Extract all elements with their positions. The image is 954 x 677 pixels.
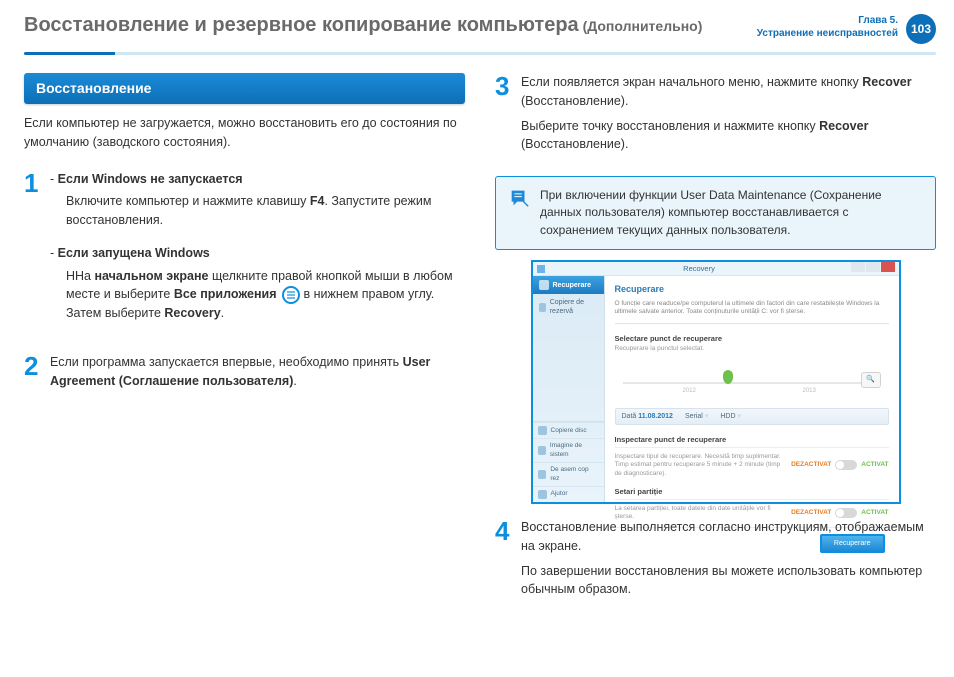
magnify-button[interactable]: 🔍 <box>861 372 881 388</box>
app-sidebar: Recuperare Copiere de rezervă Copiere di… <box>533 276 605 502</box>
app-sub-select: Selectare punct de recuperare <box>615 334 889 344</box>
section-header-recovery: Восстановление <box>24 73 465 104</box>
page-subtitle: (Дополнительно) <box>579 18 703 34</box>
case-a-title: Если Windows не запускается <box>50 170 465 189</box>
chapter-info: Глава 5. Устранение неисправностей <box>757 14 898 40</box>
app-sub-partition: Setari partiție <box>615 487 889 497</box>
step-4-p2: По завершении восстановления вы можете и… <box>521 562 936 600</box>
note-text: При включении функции User Data Maintena… <box>540 187 923 239</box>
app-window-icon <box>537 265 545 273</box>
minimize-icon <box>851 262 865 272</box>
note-icon <box>508 187 530 209</box>
step-number: 4 <box>495 518 521 605</box>
app-heading: Recuperare <box>615 284 889 296</box>
page-title: Восстановление и резервное копирование к… <box>24 14 757 37</box>
row-inspect: Inspectare tipul de recuperare. Necesită… <box>615 447 889 483</box>
image-icon <box>538 446 546 455</box>
toggle-partition[interactable]: DEZACTIVAT ACTIVAT <box>791 508 888 518</box>
recovery-app-screenshot: Recovery Recuperare Copiere de rezervă C… <box>531 260 901 504</box>
right-column: 3 Если появляется экран начального меню,… <box>495 73 936 621</box>
app-sub-inspect: Inspectare punct de recuperare <box>615 435 889 445</box>
step-1: 1 Если Windows не запускается Включите к… <box>24 170 465 337</box>
backup-icon <box>539 303 546 312</box>
window-controls[interactable] <box>850 262 895 275</box>
step-2-body: Если программа запускается впервые, необ… <box>50 353 465 391</box>
all-apps-icon <box>282 286 300 304</box>
maximize-icon <box>866 262 880 272</box>
step-4: 4 Восстановление выполняется согласно ин… <box>495 518 936 605</box>
sidebar-item-recover[interactable]: Recuperare <box>533 276 604 294</box>
close-icon <box>881 262 895 272</box>
info-bar: Dată11.08.2012 Serial▾ HDD▾ <box>615 408 889 425</box>
year-label: 2012 <box>683 388 696 396</box>
app-subdesc: Recuperare la punctul selectat. <box>615 345 889 353</box>
toggle-inspect[interactable]: DEZACTIVAT ACTIVAT <box>791 460 888 470</box>
page-header: Восстановление и резервное копирование к… <box>0 0 954 50</box>
step-number: 1 <box>24 170 50 337</box>
sidebar-item-sysimg[interactable]: Imagine de sistem <box>533 438 604 462</box>
case-b-body: ННа начальном экране щелкните правой кно… <box>50 267 465 323</box>
step-4-p1: Восстановление выполняется согласно инст… <box>521 518 936 556</box>
step-3-p1: Если появляется экран начального меню, н… <box>521 73 936 111</box>
step-number: 3 <box>495 73 521 160</box>
magnify-icon: 🔍 <box>866 375 875 384</box>
toggle-switch-icon <box>835 460 857 470</box>
app-main: Recuperare O funcție care readuce/pe com… <box>605 276 899 502</box>
sidebar-item-help[interactable]: Ajutor <box>533 486 604 502</box>
sidebar-item-backup[interactable]: Copiere de rezervă <box>533 294 604 320</box>
sidebar-item-also[interactable]: De asem cop rez <box>533 462 604 486</box>
app-title: Recovery <box>549 264 850 274</box>
toggle-switch-icon <box>835 508 857 518</box>
page-number-badge: 103 <box>906 14 936 44</box>
step-3-p2: Выберите точку восстановления и нажмите … <box>521 117 936 155</box>
recover-icon <box>539 280 549 290</box>
sidebar-item-disccopy[interactable]: Copiere disc <box>533 422 604 438</box>
app-description: O funcție care readuce/pe computerul la … <box>615 300 889 324</box>
intro-text: Если компьютер не загружается, можно вос… <box>24 114 465 152</box>
step-number: 2 <box>24 353 50 397</box>
case-a-body: Включите компьютер и нажмите клавишу F4.… <box>50 192 465 230</box>
case-b-title: Если запущена Windows <box>50 244 465 263</box>
step-2: 2 Если программа запускается впервые, не… <box>24 353 465 397</box>
timeline[interactable]: 🔍 2012 2013 <box>615 360 889 404</box>
copy-icon <box>538 470 547 479</box>
timeline-marker-icon[interactable] <box>723 370 733 384</box>
step-3: 3 Если появляется экран начального меню,… <box>495 73 936 160</box>
app-titlebar: Recovery <box>533 262 899 276</box>
note-box: При включении функции User Data Maintena… <box>495 176 936 250</box>
help-icon <box>538 490 547 499</box>
year-label: 2013 <box>803 388 816 396</box>
disc-icon <box>538 426 547 435</box>
left-column: Восстановление Если компьютер не загружа… <box>24 73 465 621</box>
